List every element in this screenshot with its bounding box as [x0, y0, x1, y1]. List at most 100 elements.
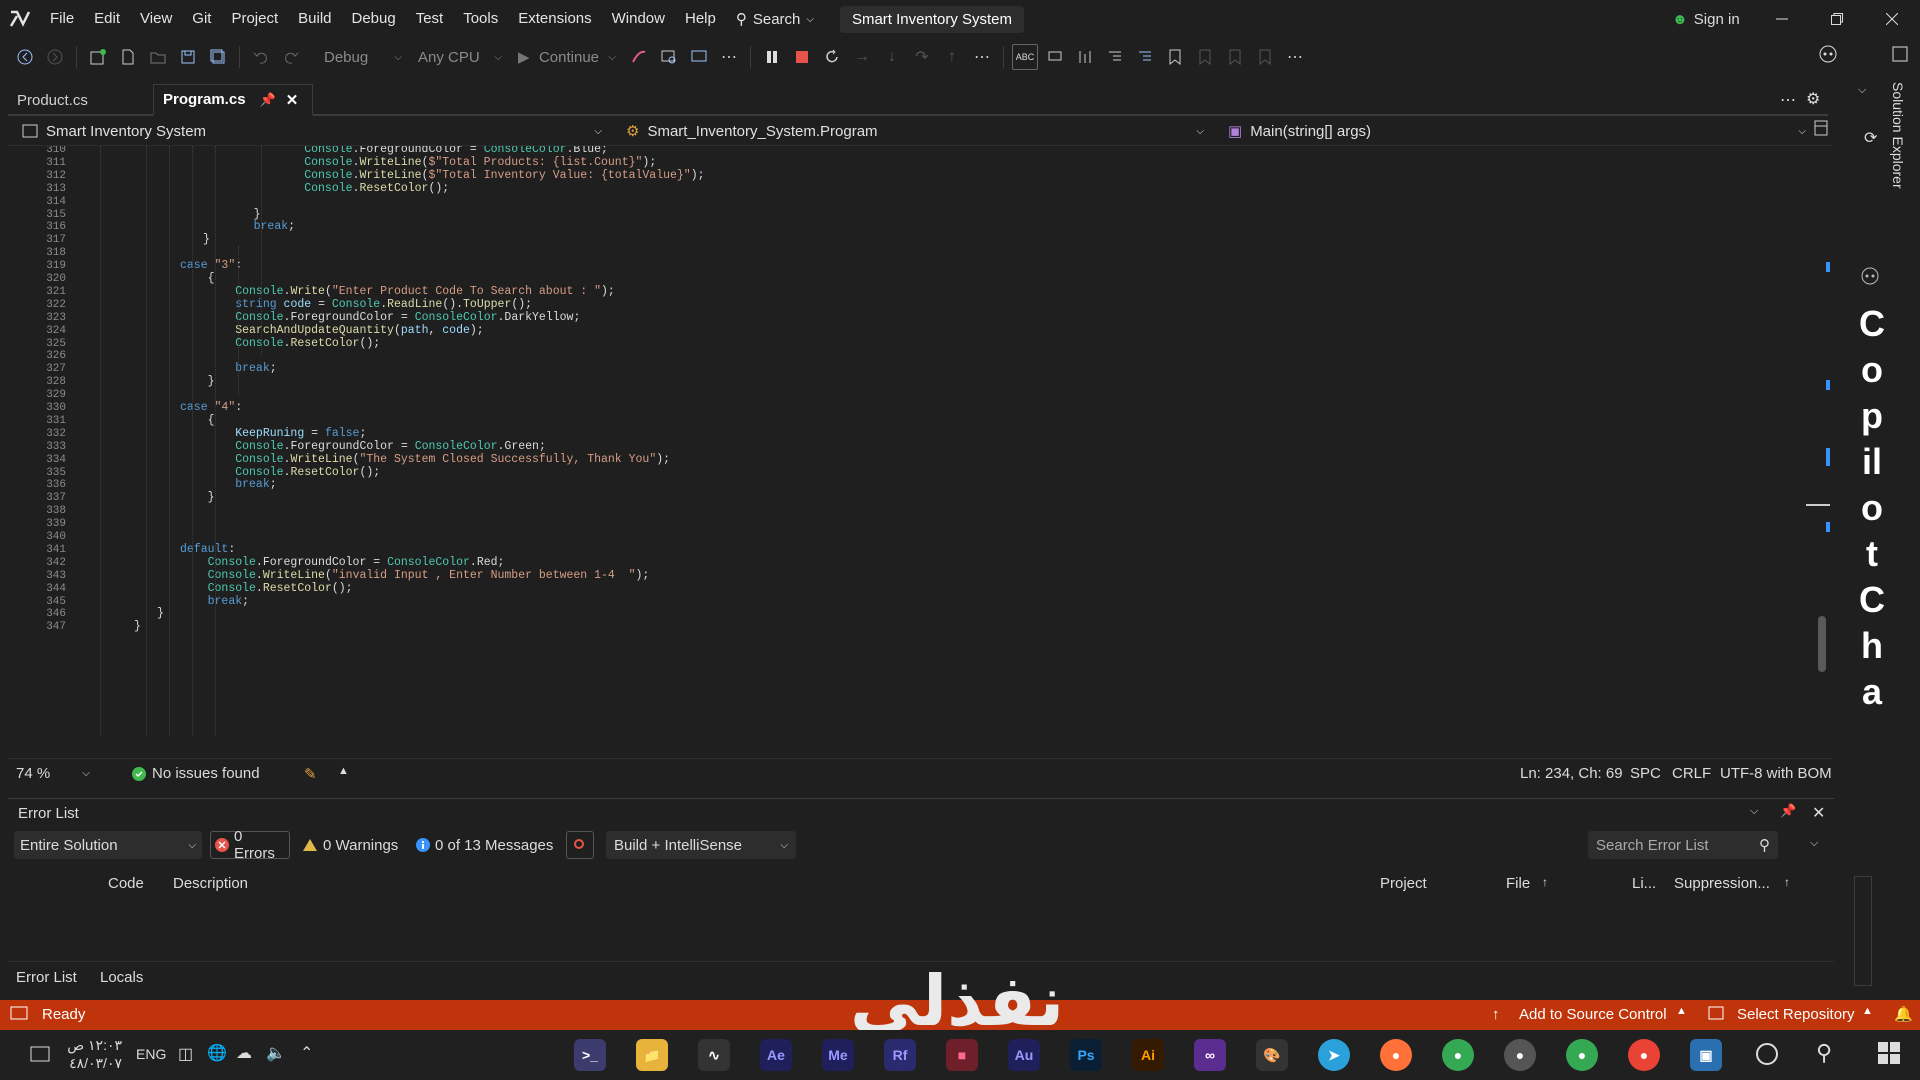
redo-icon[interactable] [278, 44, 304, 70]
zoom-select[interactable]: 74 % ⌵ [16, 765, 90, 782]
output-icon[interactable] [10, 1006, 28, 1022]
taskbar-app-adobe[interactable]: ■ [946, 1039, 978, 1071]
class-dropdown[interactable]: ⚙ Smart_Inventory_System.Program ⌵ [626, 118, 1204, 144]
whitespace-mode[interactable]: SPC [1630, 765, 1661, 782]
clock[interactable]: ١٢:٠٣ ص ٤٨/٠٣/٠٧ [66, 1036, 122, 1072]
solution-explorer-tab[interactable]: Solution Explorer [1886, 82, 1906, 282]
clear-bookmark-icon[interactable] [1252, 44, 1278, 70]
code-line[interactable]: Console.WriteLine($"Total Products: {lis… [249, 156, 656, 169]
taskbar-app-blender[interactable]: ∿ [698, 1039, 730, 1071]
chevron-up-icon[interactable]: ▲ [1676, 1005, 1687, 1017]
show-next-statement-icon[interactable]: → [849, 44, 875, 70]
minimize-button[interactable] [1755, 0, 1809, 38]
column-header-line[interactable]: Li... [1632, 875, 1656, 892]
settings-icon[interactable]: ⚙ [1806, 89, 1820, 109]
notifications-icon[interactable]: 🔔 [1894, 1005, 1913, 1023]
split-window-icon[interactable] [1814, 120, 1828, 136]
outdent-icon[interactable] [1102, 44, 1128, 70]
menu-item-file[interactable]: File [40, 0, 84, 38]
taskbar-app-photoshop[interactable]: Ps [1070, 1039, 1102, 1071]
search-button[interactable]: ⚲ Search ⌵ [726, 10, 824, 29]
save-all-icon[interactable] [205, 44, 231, 70]
column-header-suppression[interactable]: Suppression... [1674, 875, 1770, 892]
taskbar-app-audition[interactable]: Au [1008, 1039, 1040, 1071]
back-icon[interactable] [12, 44, 38, 70]
taskbar-app-media-encoder[interactable]: Me [822, 1039, 854, 1071]
column-header-code[interactable]: Code [108, 875, 144, 892]
code-line[interactable]: Console.ForegroundColor = ConsoleColor.G… [180, 440, 546, 453]
globe-icon[interactable]: 🌐 [207, 1043, 227, 1063]
code-line[interactable]: { [180, 414, 215, 427]
filter-icon[interactable] [566, 831, 594, 859]
spell-check-icon[interactable]: ABC [1012, 44, 1038, 70]
column-header-project[interactable]: Project [1380, 875, 1427, 892]
notification-center-icon[interactable] [30, 1046, 50, 1064]
taskbar-app-firefox[interactable]: ● [1380, 1039, 1412, 1071]
code-line[interactable]: Console.ResetColor(); [180, 582, 353, 595]
taskbar-app-terminal[interactable]: >_ [574, 1039, 606, 1071]
forward-icon[interactable] [42, 44, 68, 70]
scope-select[interactable]: Entire Solution ⌵ [14, 831, 202, 859]
code-line[interactable]: Console.Write("Enter Product Code To Sea… [180, 285, 615, 298]
code-line[interactable]: Console.ResetColor(); [180, 337, 380, 350]
copilot-icon[interactable] [1818, 44, 1838, 64]
member-dropdown[interactable]: ▣ Main(string[] args) ⌵ [1228, 118, 1806, 144]
configuration-select[interactable]: Debug ⌵ [318, 44, 408, 70]
menu-item-view[interactable]: View [130, 0, 182, 38]
close-panel-icon[interactable]: ✕ [1812, 803, 1825, 823]
code-line[interactable]: case "4": [180, 401, 242, 414]
code-line[interactable]: { [180, 272, 215, 285]
platform-select[interactable]: Any CPU ⌵ [412, 44, 508, 70]
cleanup-icon[interactable]: ✎ [304, 765, 317, 783]
code-editor[interactable]: 310 311 312 313 314 315 316 317 318 319 320 321 322 3… [8, 146, 1832, 758]
close-window-button[interactable] [1865, 0, 1919, 38]
taskbar-app-chrome-2[interactable]: ● [1566, 1039, 1598, 1071]
taskbar-app-paint[interactable]: 🎨 [1256, 1039, 1288, 1071]
column-header-description[interactable]: Description [173, 875, 248, 892]
tab-locals[interactable]: Locals [100, 969, 143, 986]
close-tab-icon[interactable]: ✕ [286, 91, 299, 109]
messages-filter-button[interactable]: 0 of 13 Messages [416, 831, 553, 859]
chevron-up-icon[interactable]: ⌃ [300, 1043, 313, 1063]
next-bookmark-icon[interactable] [1222, 44, 1248, 70]
code-line[interactable]: } [157, 607, 164, 620]
code-line[interactable]: Console.ForegroundColor = ConsoleColor.D… [180, 311, 580, 324]
sign-in-button[interactable]: ☻ Sign in [1672, 0, 1740, 38]
format-icon[interactable] [1072, 44, 1098, 70]
indent-icon[interactable] [1132, 44, 1158, 70]
code-line[interactable]: Console.WriteLine($"Total Inventory Valu… [249, 169, 704, 182]
warnings-filter-button[interactable]: 0 Warnings [302, 831, 398, 859]
issues-indicator[interactable]: No issues found [132, 765, 260, 782]
step-out-icon[interactable]: ↑ [939, 44, 965, 70]
chevron-up-icon[interactable]: ▲ [338, 765, 349, 777]
new-file-icon[interactable] [115, 44, 141, 70]
taskbar-app-chrome[interactable]: ● [1442, 1039, 1474, 1071]
taskbar-app-visual-studio[interactable]: ∞ [1194, 1039, 1226, 1071]
windows-start-icon[interactable] [1878, 1042, 1900, 1064]
menu-item-git[interactable]: Git [182, 0, 221, 38]
menu-item-project[interactable]: Project [221, 0, 288, 38]
comment-icon[interactable] [1042, 44, 1068, 70]
copilot-chat-icon[interactable] [1860, 266, 1880, 286]
language-indicator[interactable]: ENG [136, 1046, 166, 1062]
new-project-icon[interactable] [85, 44, 111, 70]
search-icon[interactable]: ⚲ [1816, 1040, 1832, 1066]
code-line[interactable]: KeepRuning = false; [180, 427, 366, 440]
scrollbar-thumb[interactable] [1818, 616, 1826, 672]
code-line[interactable]: Console.WriteLine("invalid Input , Enter… [180, 569, 650, 582]
panel-scrollbar[interactable] [1854, 876, 1872, 986]
code-line[interactable]: } [180, 491, 215, 504]
code-line[interactable]: string code = Console.ReadLine().ToUpper… [180, 298, 532, 311]
select-repository-button[interactable]: Select Repository [1737, 1006, 1855, 1023]
more-icon[interactable]: ⋯ [716, 44, 742, 70]
code-line[interactable]: break; [180, 478, 276, 491]
code-line[interactable]: } [226, 208, 261, 221]
restore-button[interactable] [1810, 0, 1864, 38]
file-encoding[interactable]: UTF-8 with BOM [1720, 765, 1832, 782]
stop-icon[interactable] [789, 44, 815, 70]
save-icon[interactable] [175, 44, 201, 70]
vertical-scrollbar[interactable] [1806, 146, 1830, 758]
menu-item-edit[interactable]: Edit [84, 0, 130, 38]
volume-icon[interactable]: 🔈 [266, 1043, 286, 1063]
tab-error-list[interactable]: Error List [16, 969, 77, 986]
